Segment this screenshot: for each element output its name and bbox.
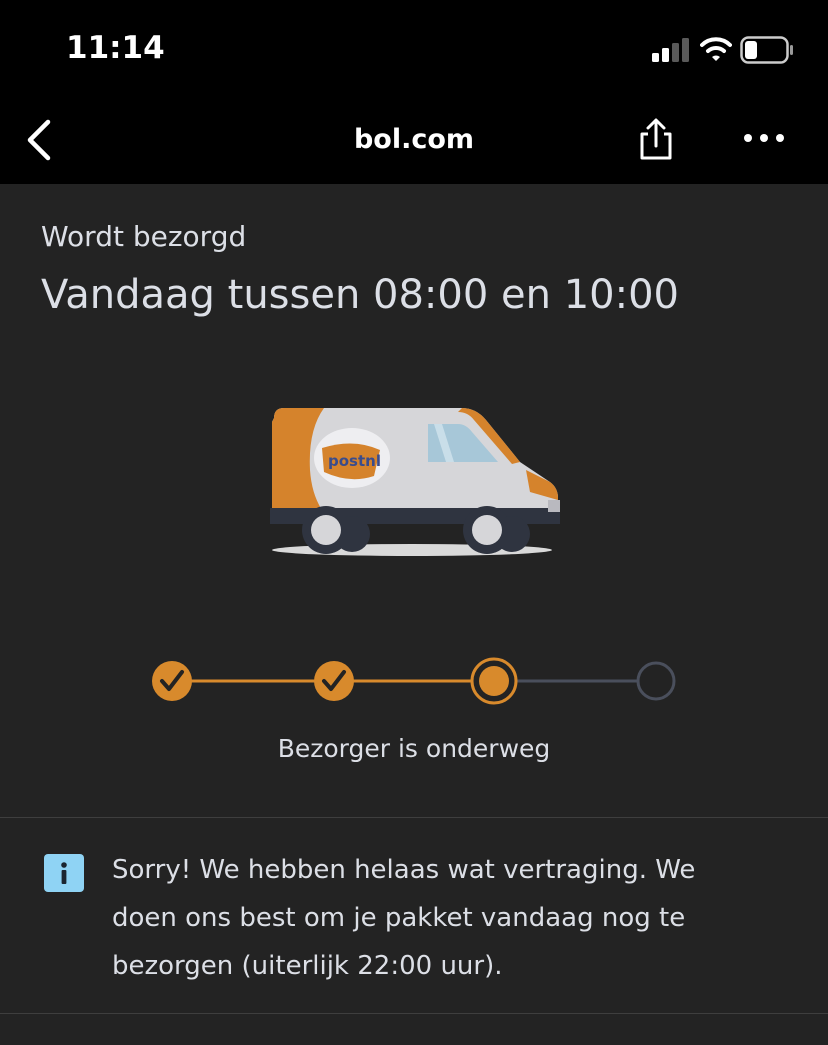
progress-step-3-current bbox=[470, 657, 518, 705]
delivery-panel: Wordt bezorgd Vandaag tussen 08:00 en 10… bbox=[0, 184, 828, 1045]
divider bbox=[0, 817, 828, 818]
progress-caption: Bezorger is onderweg bbox=[277, 734, 551, 763]
delivery-van-illustration: postnl bbox=[270, 408, 560, 556]
status-bar: 11:14 bbox=[0, 0, 828, 96]
delivery-status-label: Wordt bezorgd bbox=[41, 220, 247, 253]
info-icon bbox=[44, 854, 84, 892]
share-icon[interactable] bbox=[634, 118, 678, 162]
progress-step-4 bbox=[636, 661, 676, 701]
delivery-progress-stepper bbox=[152, 657, 676, 705]
divider bbox=[0, 1013, 828, 1014]
nav-title: bol.com bbox=[353, 124, 475, 155]
more-icon[interactable] bbox=[742, 128, 786, 148]
status-time: 11:14 bbox=[66, 30, 165, 66]
delivery-window: Vandaag tussen 08:00 en 10:00 bbox=[41, 272, 679, 318]
nav-bar: bol.com bbox=[0, 96, 828, 184]
battery-icon bbox=[740, 36, 793, 64]
cellular-signal-icon bbox=[652, 38, 689, 62]
delay-notice-message: Sorry! We hebben helaas wat vertraging. … bbox=[112, 855, 696, 981]
progress-step-1 bbox=[152, 661, 192, 701]
progress-step-2 bbox=[314, 661, 354, 701]
wifi-icon bbox=[700, 37, 732, 61]
postnl-logo: postnl bbox=[328, 452, 381, 470]
